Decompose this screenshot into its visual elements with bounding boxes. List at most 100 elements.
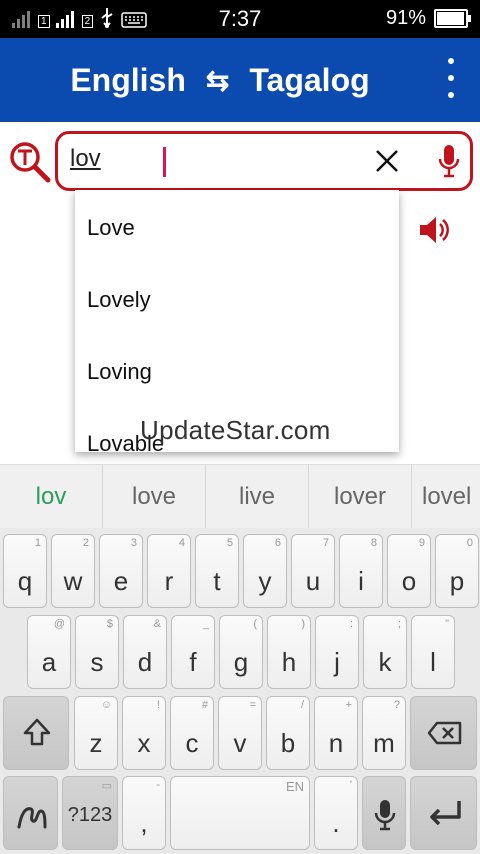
key-label: m (373, 728, 395, 758)
key-e[interactable]: 3e (99, 534, 143, 608)
key-n[interactable]: + n (314, 696, 358, 770)
status-bar: 1 2 7:37 91% (0, 0, 480, 38)
swipe-mode-key[interactable] (3, 776, 58, 850)
backspace-key[interactable] (410, 696, 477, 770)
suggestion-item[interactable]: live (206, 465, 309, 529)
key-label: z (89, 728, 103, 758)
swap-languages-icon[interactable]: ⇆ (206, 64, 229, 97)
watermark: UpdateStar.com (140, 415, 331, 445)
key-i[interactable]: 8i (339, 534, 383, 608)
autocomplete-item[interactable]: Love (87, 215, 135, 241)
shift-key[interactable] (3, 696, 69, 770)
key-label: s (90, 647, 104, 677)
key-d[interactable]: & d (123, 615, 167, 689)
key-label: l (430, 647, 436, 677)
key-g[interactable]: (g (219, 615, 263, 689)
key-x[interactable]: ! x (122, 696, 166, 770)
battery-fill (437, 12, 465, 25)
key-sub-label: ) (301, 618, 305, 630)
backspace-icon (427, 721, 462, 745)
app-bar: English ⇆ Tagalog (0, 38, 480, 122)
suggestion-item[interactable]: love (103, 465, 206, 529)
suggestion-item[interactable]: lover (309, 465, 412, 529)
key-r[interactable]: 4r (147, 534, 191, 608)
key-label: g (233, 647, 249, 677)
key-label: k (378, 647, 392, 677)
period-sub-label: ' (349, 779, 352, 791)
autocomplete-item[interactable]: Loving (87, 359, 152, 385)
key-p[interactable]: 0p (435, 534, 479, 608)
key-label: h (281, 647, 297, 677)
key-sub-label: 7 (322, 537, 329, 549)
suggestion-item[interactable]: lov (0, 465, 103, 529)
key-sub-label: ( (253, 618, 257, 630)
key-f[interactable]: _ f (171, 615, 215, 689)
key-v[interactable]: = v (218, 696, 262, 770)
key-sub-label: ; (397, 618, 401, 630)
key-sub-label: = (249, 699, 256, 711)
key-b[interactable]: / b (266, 696, 310, 770)
swipe-icon (17, 807, 47, 829)
microphone-icon[interactable] (438, 144, 460, 178)
key-k[interactable]: ; k (363, 615, 407, 689)
key-label: f (189, 647, 197, 677)
clear-icon[interactable] (373, 147, 401, 175)
comma-label: , (140, 808, 148, 838)
speaker-icon[interactable] (418, 215, 450, 245)
key-s[interactable]: $ s (75, 615, 119, 689)
key-sub-label: : (349, 618, 353, 630)
key-sub-label: @ (53, 618, 65, 630)
key-y[interactable]: 6y (243, 534, 287, 608)
key-label: j (334, 647, 340, 677)
key-label: n (328, 728, 344, 758)
key-w[interactable]: 2w (51, 534, 95, 608)
key-u[interactable]: 7u (291, 534, 335, 608)
key-label: e (113, 566, 129, 596)
text-caret (163, 147, 166, 177)
key-sub-label: _ (202, 618, 209, 630)
key-label: o (401, 566, 417, 596)
key-j[interactable]: :j (315, 615, 359, 689)
key-sub-label: $ (106, 618, 113, 630)
key-sub-label: & (153, 618, 161, 630)
key-sub-label: + (345, 699, 352, 711)
source-language-button[interactable]: English (70, 62, 186, 99)
key-label: y (258, 566, 272, 596)
key-label: q (17, 566, 33, 596)
symbols-key[interactable]: ▭ ?123 (62, 776, 118, 850)
symbols-label: ?123 (67, 804, 113, 826)
space-key[interactable]: EN (170, 776, 310, 850)
enter-key[interactable] (410, 776, 477, 850)
key-l[interactable]: " l (411, 615, 455, 689)
comma-key[interactable]: - , (122, 776, 166, 850)
suggestion-item[interactable]: lovel (412, 465, 480, 529)
overflow-menu-icon[interactable] (446, 58, 456, 98)
key-z[interactable]: ☺ z (74, 696, 118, 770)
key-label: p (449, 566, 465, 596)
period-key[interactable]: ' . (314, 776, 358, 850)
key-a[interactable]: @ a (27, 615, 71, 689)
key-sub-label: # (201, 699, 208, 711)
key-sub-label: 6 (274, 537, 281, 549)
battery-icon (434, 9, 471, 28)
key-q[interactable]: 1q (3, 534, 47, 608)
language-selector: English ⇆ Tagalog (0, 62, 440, 99)
key-h[interactable]: ) h (267, 615, 311, 689)
search-input[interactable] (70, 142, 350, 176)
key-label: i (358, 566, 364, 596)
key-c[interactable]: # c (170, 696, 214, 770)
language-indicator: EN (285, 779, 304, 794)
key-o[interactable]: 9o (387, 534, 431, 608)
key-m[interactable]: ? m (362, 696, 406, 770)
voice-input-key[interactable] (362, 776, 406, 850)
autocomplete-item[interactable]: Lovely (87, 287, 151, 313)
key-label: u (305, 566, 321, 596)
translate-search-icon[interactable] (8, 140, 52, 184)
target-language-button[interactable]: Tagalog (249, 62, 369, 99)
shift-icon (23, 718, 51, 746)
key-sub-label: " (445, 618, 449, 630)
suggestion-strip: lov love live lover lovel (0, 464, 480, 529)
enter-icon (430, 801, 461, 826)
key-t[interactable]: 5t (195, 534, 239, 608)
keyboard: ▭ ?123 - , EN ' . 1 q 2 w 3 e 4 r 5 t 6 y 7 u 8 i 9 o 0 p @ a… (0, 528, 480, 854)
